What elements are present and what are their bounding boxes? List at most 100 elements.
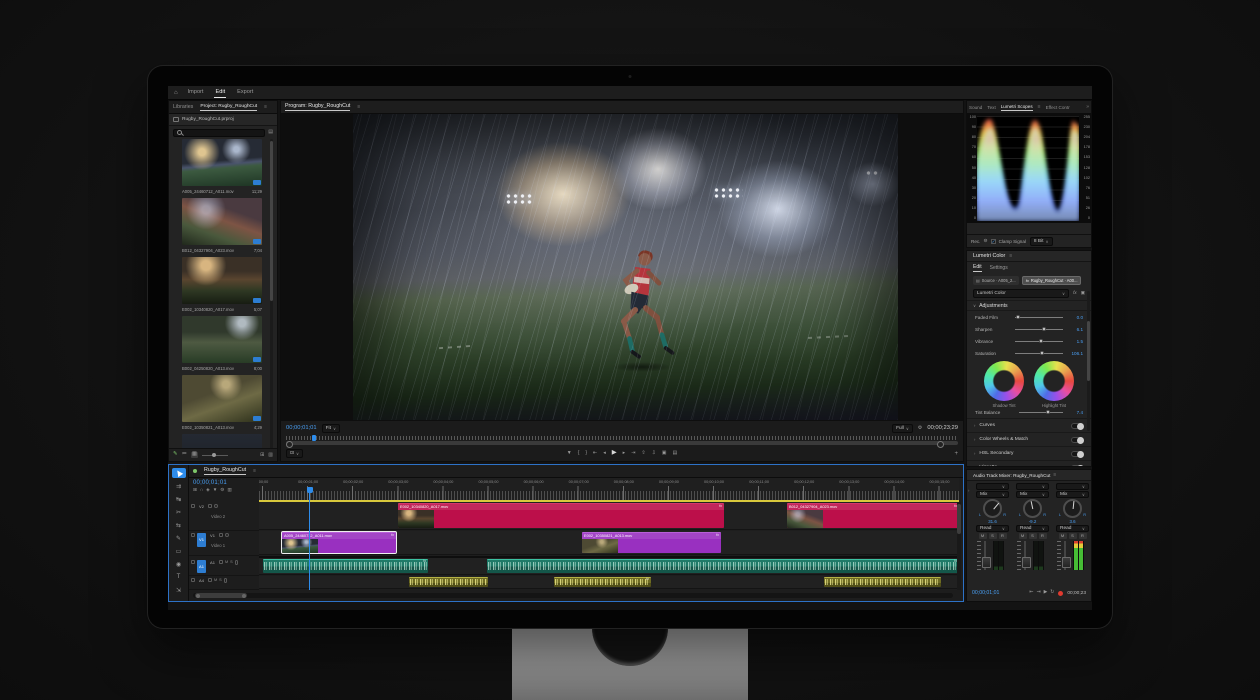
timeline-playhead[interactable] — [309, 487, 310, 590]
project-clip-item[interactable]: A005_24460712_A011.mov11;29 — [182, 139, 262, 196]
lumetri-scrollbar[interactable] — [1087, 291, 1090, 431]
record-arm-button[interactable]: R — [1039, 533, 1047, 539]
tab-effect-contr[interactable]: Effect Contr — [1046, 105, 1070, 110]
play-icon[interactable]: ▶ — [1044, 591, 1048, 596]
playback-resolution-dropdown[interactable]: Full∨ — [892, 424, 913, 433]
track-button-a4[interactable]: A4 — [197, 578, 206, 583]
sequence-clip-button[interactable]: fxRugby_RoughCut · A00... — [1022, 276, 1082, 285]
track-output-eye-icon[interactable] — [214, 504, 218, 508]
slider-track[interactable] — [1015, 317, 1063, 318]
ripple-edit-tool[interactable]: ↹ — [172, 494, 186, 504]
automation-dropdown[interactable]: Read∨ — [1056, 525, 1089, 532]
mark-in-icon[interactable]: { — [578, 451, 580, 456]
track-area[interactable]: E002_10340820_A017.movfxB012_04327904_A0… — [259, 502, 959, 590]
pan-value[interactable]: 31.6 — [988, 519, 997, 524]
linked-selection-icon[interactable]: ◈ — [206, 488, 210, 493]
record-arm-button[interactable]: R — [999, 533, 1007, 539]
voiceover-mic-icon[interactable] — [235, 560, 238, 565]
panel-menu-icon[interactable]: ≡ — [1053, 472, 1056, 478]
tab-text[interactable]: Text — [987, 105, 995, 110]
add-button-icon[interactable]: + — [954, 451, 958, 457]
timeline-vscrollbar[interactable] — [957, 502, 961, 590]
timeline-clip[interactable]: B012_04327904_A023.movfx — [787, 503, 959, 528]
menu-edit[interactable]: Edit — [214, 87, 226, 98]
pan-value[interactable]: -9.2 — [1029, 519, 1037, 524]
panel-menu-icon[interactable]: ≡ — [1009, 253, 1012, 259]
add-marker-icon[interactable]: ▼ — [567, 451, 572, 456]
project-clip-item[interactable]: B012_04327904_A023.mov7;04 — [182, 198, 262, 255]
add-marker-icon[interactable]: ▼ — [213, 488, 218, 493]
submix-route-dropdown[interactable]: ∨ — [1056, 483, 1089, 490]
track-output-eye-icon[interactable] — [225, 533, 229, 537]
go-to-out-icon[interactable]: ⇥ — [631, 451, 635, 456]
timeline-audio-clip[interactable]: fx — [554, 577, 651, 587]
slider-knob[interactable] — [1040, 351, 1044, 355]
track-button-v1[interactable]: V1 — [208, 533, 217, 538]
tint-balance-value[interactable]: 7.4 — [1067, 410, 1083, 415]
mute-button[interactable]: M — [1059, 533, 1067, 539]
slider-knob[interactable] — [1016, 315, 1020, 319]
track-lane-a4[interactable]: fx — [259, 576, 959, 589]
panel-menu-icon[interactable]: ≡ — [253, 468, 256, 474]
program-zoom-scrollbar[interactable] — [286, 441, 958, 445]
volume-fader[interactable] — [984, 541, 986, 570]
automation-dropdown[interactable]: Read∨ — [1016, 525, 1049, 532]
track-lane-a1[interactable]: fxfx — [259, 558, 959, 575]
bit-depth-dropdown[interactable]: 8 Bit∨ — [1030, 237, 1053, 246]
section-toggle[interactable] — [1071, 423, 1084, 429]
output-dropdown[interactable]: Mix∨ — [976, 491, 1009, 498]
adjustments-header[interactable]: ∨ Adjustments — [967, 300, 1091, 311]
slider-track[interactable] — [1015, 341, 1063, 342]
zoom-level-dropdown[interactable]: Fit∨ — [322, 424, 340, 433]
slider-track[interactable] — [1015, 353, 1063, 354]
zoom-tool[interactable]: ◉ — [172, 559, 186, 569]
section-vignette[interactable]: ›Vignette — [967, 460, 1091, 467]
track-lane-v2[interactable]: E002_10340820_A017.movfxB012_04327904_A0… — [259, 502, 959, 530]
section-toggle[interactable] — [1071, 451, 1084, 457]
pan-value[interactable]: 3.6 — [1069, 519, 1075, 524]
output-dropdown[interactable]: Mix∨ — [1056, 491, 1089, 498]
razor-tool[interactable]: ✂ — [172, 507, 186, 517]
clamp-checkbox[interactable]: ✓ — [991, 239, 996, 244]
solo-button[interactable]: S — [989, 533, 997, 539]
tab-lumetri-settings[interactable]: Settings — [990, 265, 1008, 271]
tab-project[interactable]: Project: Rugby_RoughCut — [200, 104, 257, 111]
solo-button[interactable]: S — [230, 560, 233, 564]
section-curves[interactable]: ›Curves — [967, 418, 1091, 432]
highlight-tint-wheel[interactable] — [1034, 361, 1074, 401]
scope-profile-label[interactable]: Rec. — [971, 239, 980, 244]
slider-knob[interactable] — [1039, 339, 1043, 343]
track-header-v1[interactable]: V1V1Video 1 — [189, 531, 259, 556]
panel-menu-icon[interactable]: ≡ — [357, 104, 360, 110]
slider-track[interactable] — [1015, 329, 1063, 330]
fx-bypass-icon[interactable]: fx — [1073, 291, 1077, 296]
mixer-expand-icon[interactable]: › — [968, 488, 969, 493]
slider-knob[interactable] — [1042, 327, 1046, 331]
slider-value[interactable]: 6.1 — [1067, 327, 1083, 332]
home-icon[interactable]: ⌂ — [174, 90, 178, 96]
project-clip-item[interactable]: E002_10340820_A017.mov5;07 — [182, 257, 262, 314]
sync-lock-icon[interactable] — [208, 578, 212, 582]
project-writable-icon[interactable]: ✎ — [173, 452, 178, 457]
tab-sequence[interactable]: Rugby_RoughCut — [204, 467, 246, 475]
timeline-clip[interactable]: A005_24460712_A011.movfx — [282, 532, 396, 553]
panel-menu-icon[interactable]: ≡ — [264, 104, 267, 110]
track-button-v2[interactable]: V2 — [197, 504, 206, 509]
voiceover-mic-icon[interactable] — [224, 578, 227, 583]
list-view-icon[interactable]: ≔ — [182, 452, 187, 457]
loop-icon[interactable]: ↻ — [1050, 591, 1054, 596]
project-clip-item[interactable] — [182, 434, 262, 449]
icon-view-icon[interactable]: ▦ — [191, 452, 198, 457]
lock-icon[interactable] — [191, 560, 195, 564]
hand-tool[interactable]: ▭ — [172, 546, 186, 556]
go-to-in-icon[interactable]: ⇤ — [593, 451, 597, 456]
object-tool[interactable]: ⇲ — [172, 585, 186, 595]
section-toggle[interactable] — [1071, 465, 1084, 468]
mark-out-icon[interactable]: } — [585, 451, 587, 456]
timeline-audio-clip[interactable] — [824, 577, 941, 587]
step-back-icon[interactable]: ◂ — [603, 451, 606, 456]
automation-dropdown[interactable]: Read∨ — [976, 525, 1009, 532]
sync-lock-icon[interactable] — [219, 560, 223, 564]
track-header-a1[interactable]: A1A1MS — [189, 558, 259, 576]
mute-button[interactable]: M — [214, 578, 217, 582]
